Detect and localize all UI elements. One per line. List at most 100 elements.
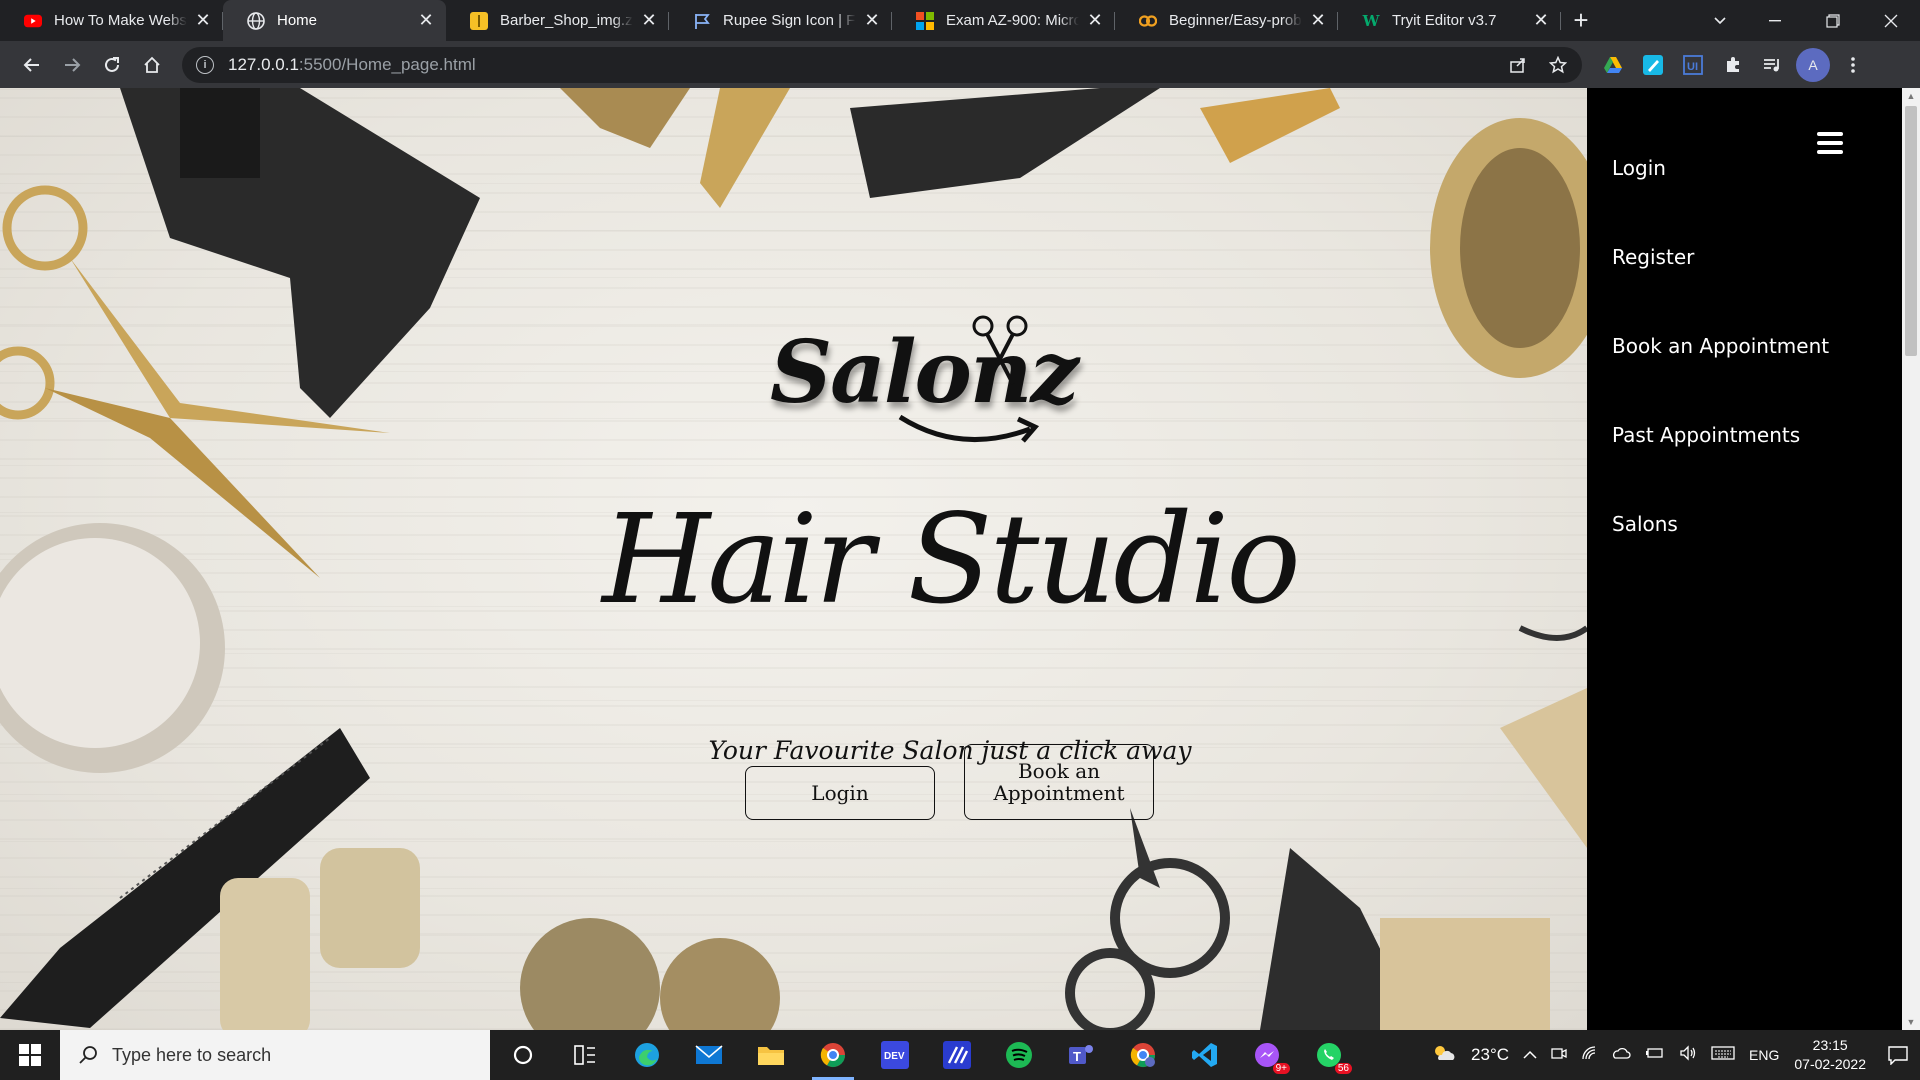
mail-icon[interactable] (678, 1030, 740, 1080)
login-button[interactable]: Login (745, 766, 935, 820)
clock-time: 23:15 (1812, 1037, 1848, 1053)
reload-button[interactable] (92, 45, 132, 85)
tab-search-icon[interactable] (1700, 0, 1740, 41)
file-explorer-icon[interactable] (740, 1030, 802, 1080)
restore-button[interactable] (1804, 0, 1862, 41)
close-tab-icon[interactable]: ✕ (1308, 10, 1328, 31)
volume-icon[interactable] (1679, 1045, 1697, 1065)
bonjourr-icon[interactable] (926, 1030, 988, 1080)
onedrive-icon[interactable] (1611, 1046, 1631, 1064)
dev-community-icon[interactable]: DEV (864, 1030, 926, 1080)
close-tab-icon[interactable]: ✕ (1531, 10, 1551, 31)
keyboard-icon[interactable] (1711, 1045, 1735, 1065)
scrollbar-thumb[interactable] (1905, 106, 1917, 356)
wifi-icon[interactable] (1581, 1045, 1597, 1065)
tab-home[interactable]: Home ✕ (223, 0, 446, 41)
new-tab-button[interactable]: + (1561, 0, 1601, 41)
sidebar-item-past-appointments[interactable]: Past Appointments (1612, 423, 1800, 447)
youtube-icon (24, 12, 42, 30)
hamburger-menu-icon[interactable] (1817, 132, 1843, 154)
chevron-up-icon[interactable] (1523, 1047, 1537, 1064)
window-controls (1746, 0, 1920, 41)
tab-beginner-problems[interactable]: Beginner/Easy-proble ✕ (1115, 0, 1338, 41)
svg-text:T: T (1073, 1049, 1081, 1064)
media-control-icon[interactable] (1756, 48, 1790, 82)
site-info-icon[interactable]: i (196, 55, 214, 74)
book-appointment-button[interactable]: Book an Appointment (964, 744, 1154, 820)
side-navigation: Login Register Book an Appointment Past … (1587, 88, 1902, 1030)
cortana-icon[interactable] (492, 1030, 554, 1080)
url-host: 127.0.0.1 (228, 54, 299, 74)
weather-temperature[interactable]: 23°C (1471, 1045, 1509, 1065)
pen-extension-icon[interactable] (1636, 48, 1670, 82)
messenger-icon[interactable]: 9+ (1236, 1030, 1298, 1080)
tab-tryit-editor[interactable]: W Tryit Editor v3.7 ✕ (1338, 0, 1561, 41)
tab-exam-az900[interactable]: Exam AZ-900: Microso ✕ (892, 0, 1115, 41)
url-path: :5500/Home_page.html (298, 54, 476, 74)
teams-icon[interactable]: T (1050, 1030, 1112, 1080)
battery-icon[interactable] (1645, 1046, 1665, 1064)
puzzle-extensions-icon[interactable] (1716, 48, 1750, 82)
google-drive-icon[interactable] (1596, 48, 1630, 82)
search-placeholder: Type here to search (112, 1044, 272, 1065)
tab-how-to-make-website[interactable]: How To Make Website ✕ (0, 0, 223, 41)
tab-barber-shop-zip[interactable]: Barber_Shop_img.zip ✕ (446, 0, 669, 41)
close-tab-icon[interactable]: ✕ (416, 10, 436, 31)
home-button[interactable] (132, 45, 172, 85)
svg-text:DEV: DEV (884, 1051, 905, 1062)
flag-icon (693, 12, 711, 30)
address-bar[interactable]: i 127.0.0.1:5500/Home_page.html (182, 46, 1582, 83)
vscode-icon[interactable] (1174, 1030, 1236, 1080)
drive-file-icon (470, 11, 488, 30)
notification-center-icon[interactable] (1876, 1030, 1920, 1080)
w3schools-icon: W (1362, 11, 1380, 30)
task-view-icon[interactable] (554, 1030, 616, 1080)
whatsapp-badge: 56 (1334, 1063, 1352, 1074)
spotify-icon[interactable] (988, 1030, 1050, 1080)
hero-tagline: Your Favourite Salon just a click away (708, 736, 1192, 765)
share-icon[interactable] (1502, 49, 1534, 81)
forward-button[interactable] (52, 45, 92, 85)
edge-browser-icon[interactable] (616, 1030, 678, 1080)
sidebar-item-login[interactable]: Login (1612, 156, 1666, 180)
tab-rupee-sign[interactable]: Rupee Sign Icon | Fon ✕ (669, 0, 892, 41)
search-icon (79, 1046, 97, 1064)
clock[interactable]: 23:15 07-02-2022 (1794, 1036, 1866, 1074)
close-tab-icon[interactable]: ✕ (1085, 10, 1105, 31)
close-window-button[interactable] (1862, 0, 1920, 41)
close-tab-icon[interactable]: ✕ (193, 10, 213, 31)
taskbar-search-box[interactable]: Type here to search (60, 1030, 490, 1080)
microsoft-icon (916, 11, 934, 30)
sidebar-item-salons[interactable]: Salons (1612, 512, 1678, 536)
scroll-up-arrow-icon[interactable]: ▲ (1902, 88, 1920, 104)
sidebar-item-book-appointment[interactable]: Book an Appointment (1612, 334, 1829, 358)
meet-now-icon[interactable] (1551, 1045, 1567, 1065)
close-tab-icon[interactable]: ✕ (639, 10, 659, 31)
bookmark-star-icon[interactable] (1542, 49, 1574, 81)
close-tab-icon[interactable]: ✕ (862, 10, 882, 31)
extensions-area: UI A (1596, 47, 1870, 82)
language-indicator[interactable]: ENG (1749, 1047, 1779, 1063)
globe-icon (247, 11, 265, 30)
whatsapp-icon[interactable]: 56 (1298, 1030, 1360, 1080)
scroll-down-arrow-icon[interactable]: ▼ (1902, 1014, 1920, 1030)
windows-start-icon[interactable] (0, 1030, 60, 1080)
page-scrollbar[interactable]: ▲ ▼ (1902, 88, 1920, 1030)
tab-title: Exam AZ-900: Microso (946, 12, 1079, 29)
scissors-icon (972, 315, 1028, 385)
ui-extension-icon[interactable]: UI (1676, 48, 1710, 82)
codechef-icon (1139, 12, 1157, 30)
svg-text:UI: UI (1687, 61, 1698, 73)
chrome-profile-icon[interactable] (1112, 1030, 1174, 1080)
back-button[interactable] (12, 45, 52, 85)
profile-avatar[interactable]: A (1796, 47, 1830, 82)
chrome-icon[interactable] (802, 1030, 864, 1080)
sidebar-item-register[interactable]: Register (1612, 245, 1694, 269)
minimize-button[interactable] (1746, 0, 1804, 41)
taskbar-apps: DEV T 9+ 56 (492, 1030, 1360, 1080)
kebab-menu-icon[interactable] (1836, 48, 1870, 82)
weather-icon[interactable] (1431, 1042, 1457, 1068)
hero-section: Salonz Hair Studio Your Favourite Salon … (0, 88, 1587, 1030)
windows-taskbar: Type here to search DEV T 9+ 56 23°C ENG… (0, 1030, 1920, 1080)
browser-toolbar: i 127.0.0.1:5500/Home_page.html UI A (0, 41, 1920, 88)
